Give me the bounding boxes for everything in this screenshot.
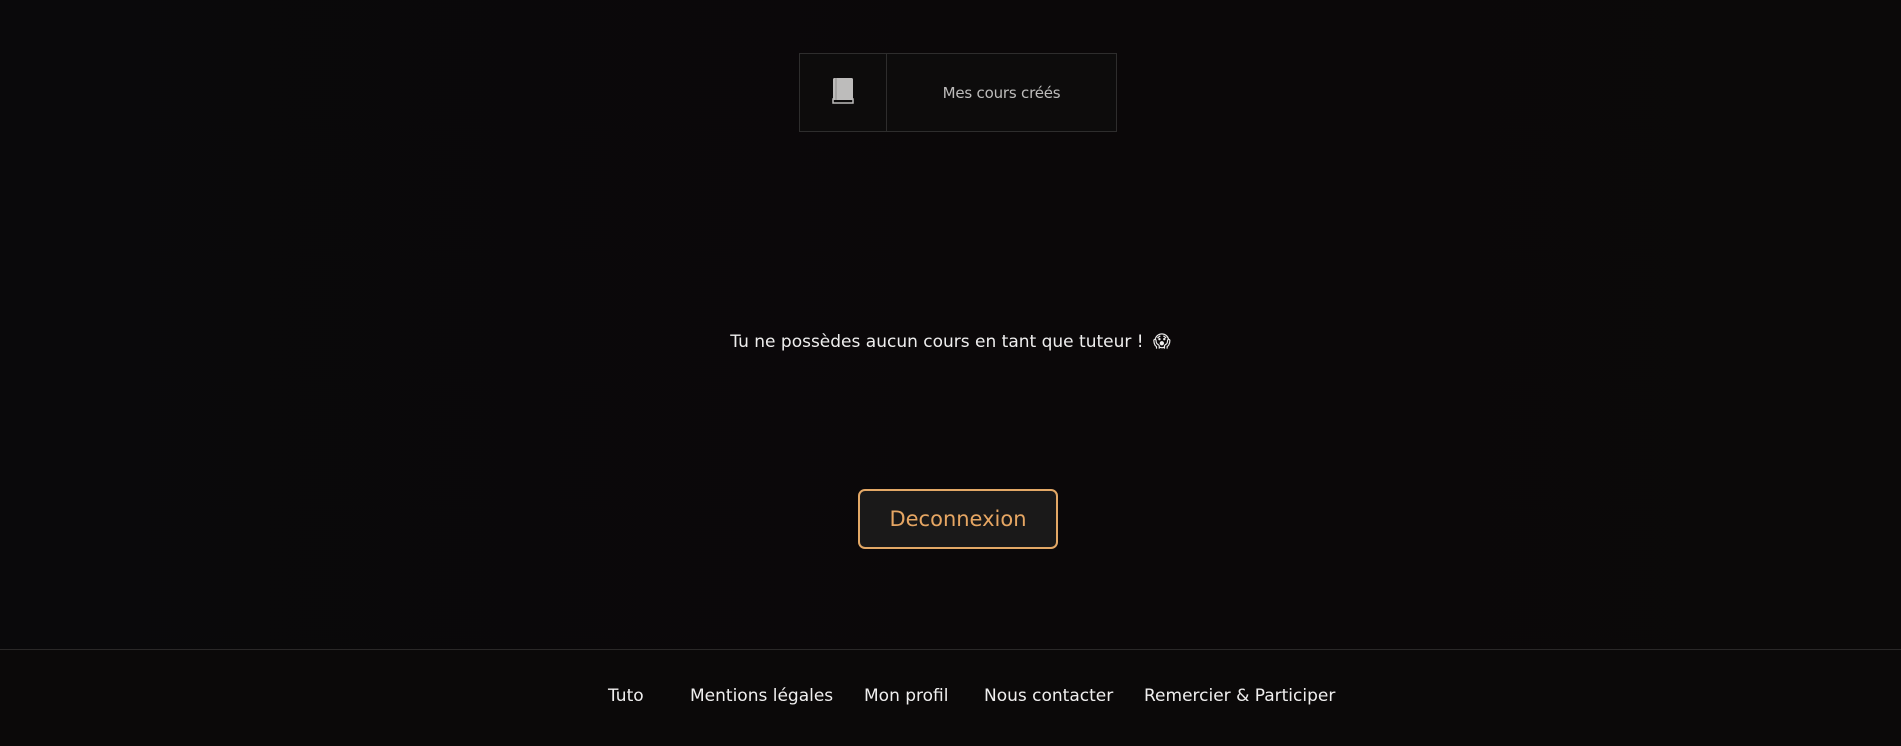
logout-button[interactable]: Deconnexion	[858, 489, 1058, 549]
footer-link-contact[interactable]: Nous contacter	[984, 686, 1113, 706]
page: Mes cours créés Tu ne possèdes aucun cou…	[0, 0, 1901, 746]
empty-message-text: Tu ne possèdes aucun cours en tant que t…	[730, 332, 1144, 352]
footer-link-tuto[interactable]: Tuto	[608, 686, 644, 706]
empty-courses-message: Tu ne possèdes aucun cours en tant que t…	[0, 332, 1901, 352]
footer-link-legal[interactable]: Mentions légales	[690, 686, 833, 706]
footer-link-thanks[interactable]: Remercier & Participer	[1144, 686, 1335, 706]
tab-icon-cell[interactable]	[800, 54, 887, 131]
courses-tab-card: Mes cours créés	[799, 53, 1117, 132]
scream-emoji-icon: 😱	[1152, 332, 1171, 352]
footer: Tuto Mentions légales Mon profil Nous co…	[0, 649, 1901, 746]
book-icon	[832, 77, 854, 109]
tab-my-created-courses[interactable]: Mes cours créés	[887, 54, 1116, 131]
footer-link-profile[interactable]: Mon profil	[864, 686, 949, 706]
